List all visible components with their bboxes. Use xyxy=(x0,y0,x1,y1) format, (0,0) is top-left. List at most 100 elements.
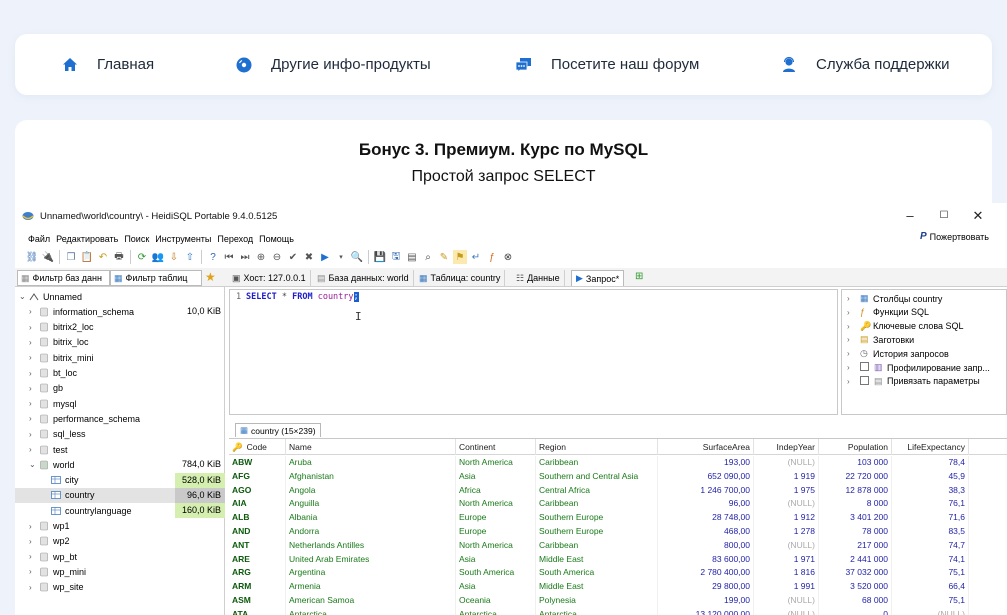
table-cell[interactable]: 217 000 xyxy=(819,538,892,553)
table-cell[interactable]: 1 971 xyxy=(754,552,819,567)
expand-arrow-icon[interactable]: › xyxy=(847,349,850,358)
table-cell[interactable]: 74,7 xyxy=(892,538,969,553)
table-cell[interactable]: 1 975 xyxy=(754,483,819,498)
column-header[interactable]: SurfaceArea xyxy=(658,439,754,455)
expand-arrow-icon[interactable]: › xyxy=(29,338,37,347)
tree-database-item[interactable]: › wp_mini xyxy=(15,564,225,579)
expand-arrow-icon[interactable]: › xyxy=(29,323,37,332)
table-cell[interactable]: ASM xyxy=(229,594,286,608)
table-row[interactable]: ATA Antarctica Antarctica Antarctica 13 120 … xyxy=(229,607,1007,615)
table-cell[interactable]: Central Africa xyxy=(536,483,658,498)
table-cell[interactable]: 37 032 000 xyxy=(819,566,892,581)
wrap-icon[interactable]: ↵ xyxy=(469,250,483,264)
expand-arrow-icon[interactable]: › xyxy=(847,335,850,344)
table-cell[interactable]: (NULL) xyxy=(754,607,819,615)
import-icon[interactable]: ⇩ xyxy=(167,250,181,264)
table-cell[interactable]: 66,4 xyxy=(892,580,969,594)
table-cell[interactable]: Albania xyxy=(286,511,456,525)
tree-server-item[interactable]: ⌄ Unnamed xyxy=(15,289,225,304)
expand-arrow-icon[interactable]: › xyxy=(847,294,850,303)
table-cell[interactable]: South America xyxy=(456,566,536,581)
binoculars-icon[interactable]: ⌕ xyxy=(421,250,435,264)
highlight-icon[interactable]: ⚑ xyxy=(453,250,467,264)
expand-arrow-icon[interactable]: › xyxy=(847,377,850,386)
table-row[interactable]: AND Andorra Europe Southern Europe 468,00 1 2… xyxy=(229,525,1007,539)
tree-database-item[interactable]: › gb xyxy=(15,381,225,396)
column-header[interactable]: IndepYear xyxy=(754,439,819,455)
tab-database[interactable]: ▤ База данных: world xyxy=(313,270,414,286)
table-cell[interactable]: Antarctica xyxy=(456,607,536,615)
table-cell[interactable]: 68 000 xyxy=(819,594,892,608)
tree-database-item[interactable]: › test xyxy=(15,442,225,457)
table-cell[interactable]: 8 000 xyxy=(819,497,892,512)
tree-database-item[interactable]: › sql_less xyxy=(15,427,225,442)
table-row[interactable]: AFG Afghanistan Asia Southern and Central A… xyxy=(229,469,1007,484)
refresh-icon[interactable]: ⟳ xyxy=(135,250,149,264)
table-cell[interactable]: 1 912 xyxy=(754,511,819,525)
expand-arrow-icon[interactable]: › xyxy=(29,399,37,408)
expand-arrow-icon[interactable]: › xyxy=(29,445,37,454)
table-cell[interactable]: 83 600,00 xyxy=(658,552,754,567)
stop-icon[interactable]: ⊗ xyxy=(501,250,515,264)
table-cell[interactable]: Asia xyxy=(456,580,536,594)
last-record-icon[interactable]: ⏭ xyxy=(238,250,252,264)
menu-file[interactable]: Файл xyxy=(28,234,50,244)
run-query-icon[interactable]: ▶ xyxy=(318,250,332,264)
export-icon[interactable]: ⇧ xyxy=(183,250,197,264)
table-cell[interactable]: 38,3 xyxy=(892,483,969,498)
disconnect-icon[interactable]: 🔌 xyxy=(41,250,55,264)
print-icon[interactable]: 🖶 xyxy=(112,250,126,264)
table-cell[interactable]: Oceania xyxy=(456,594,536,608)
save-sql-icon[interactable]: 💾 xyxy=(373,250,387,264)
user-manager-icon[interactable]: 👥 xyxy=(151,250,165,264)
table-cell[interactable]: Caribbean xyxy=(536,497,658,512)
table-row[interactable]: ARG Argentina South America South America 2 … xyxy=(229,566,1007,581)
table-cell[interactable]: Aruba xyxy=(286,456,456,470)
expand-arrow-icon[interactable]: › xyxy=(29,430,37,439)
menu-edit[interactable]: Редактировать xyxy=(56,234,118,244)
table-cell[interactable]: 29 800,00 xyxy=(658,580,754,594)
expand-arrow-icon[interactable]: › xyxy=(29,307,37,316)
nav-support-link[interactable]: Служба поддержки xyxy=(780,34,950,95)
save-as-icon[interactable]: 🖫 xyxy=(389,250,403,264)
table-cell[interactable]: 103 000 xyxy=(819,456,892,470)
table-cell[interactable]: 75,1 xyxy=(892,594,969,608)
table-cell[interactable]: 71,6 xyxy=(892,511,969,525)
table-cell[interactable]: Middle East xyxy=(536,552,658,567)
table-cell[interactable]: ABW xyxy=(229,456,286,470)
table-cell[interactable]: Southern Europe xyxy=(536,525,658,539)
table-cell[interactable]: 1 991 xyxy=(754,580,819,594)
nav-home-link[interactable]: Главная xyxy=(61,34,154,95)
tree-database-item[interactable]: › wp_bt xyxy=(15,549,225,564)
favorite-star-icon[interactable]: ★ xyxy=(205,270,216,284)
tree-database-item[interactable]: › bitrix_loc xyxy=(15,335,225,350)
post-icon[interactable]: ✔ xyxy=(286,250,300,264)
table-row[interactable]: ALB Albania Europe Southern Europe 28 748,00… xyxy=(229,511,1007,525)
expand-arrow-icon[interactable]: › xyxy=(29,353,37,362)
tab-db-filter[interactable]: ▦ Фильтр баз данн xyxy=(17,270,110,286)
close-window-button[interactable]: ✕ xyxy=(968,208,988,224)
tree-table-item[interactable]: countrylanguage 160,0 KiB xyxy=(15,503,225,519)
table-cell[interactable]: ARE xyxy=(229,552,286,567)
tree-database-item[interactable]: › wp2 xyxy=(15,534,225,549)
tree-database-item[interactable]: › performance_schema xyxy=(15,411,225,426)
donate-button[interactable]: P Пожертвовать xyxy=(920,231,989,242)
table-cell[interactable]: Middle East xyxy=(536,580,658,594)
table-row[interactable]: ARM Armenia Asia Middle East 29 800,00 1 991 3… xyxy=(229,580,1007,594)
table-cell[interactable]: 83,5 xyxy=(892,525,969,539)
tree-database-item[interactable]: ⌄ world 784,0 KiB xyxy=(15,457,225,472)
tab-query[interactable]: ▶ Запрос* xyxy=(571,270,625,286)
tree-database-item[interactable]: › wp1 xyxy=(15,519,225,534)
table-cell[interactable]: 1 919 xyxy=(754,469,819,484)
table-cell[interactable]: Southern Europe xyxy=(536,511,658,525)
tab-table-filter[interactable]: ▦ Фильтр таблиц xyxy=(110,270,202,286)
tree-database-item[interactable]: › bt_loc xyxy=(15,366,225,381)
table-cell[interactable]: ATA xyxy=(229,607,286,615)
sql-editor[interactable]: 1 SELECT * FROM country; I xyxy=(229,289,838,415)
menu-search[interactable]: Поиск xyxy=(124,234,149,244)
connect-icon[interactable]: ⛓ xyxy=(25,250,39,264)
expand-arrow-icon[interactable]: › xyxy=(29,552,37,561)
expand-arrow-icon[interactable]: › xyxy=(29,369,37,378)
table-cell[interactable]: Africa xyxy=(456,483,536,498)
table-cell[interactable]: Angola xyxy=(286,483,456,498)
